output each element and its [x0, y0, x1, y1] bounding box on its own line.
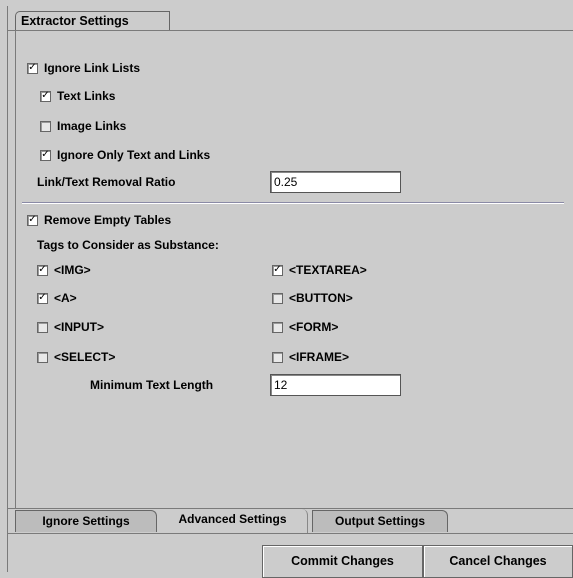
- tab-strip-bottom-border: [8, 533, 573, 534]
- remove-empty-tables-checkbox[interactable]: ✓ Remove Empty Tables: [27, 211, 171, 229]
- text-links-checkbox[interactable]: ✓ Text Links: [40, 87, 115, 105]
- checkbox-box: ✓: [40, 148, 51, 161]
- checkbox-label: <A>: [54, 291, 77, 305]
- checkbox-box: ✓: [40, 89, 51, 102]
- checkmark-icon: ✓: [38, 263, 47, 275]
- button-bar: Commit Changes Cancel Changes: [8, 545, 573, 578]
- panel-title: Extractor Settings: [15, 11, 170, 30]
- tag-input-checkbox[interactable]: <INPUT>: [37, 318, 104, 336]
- image-links-checkbox[interactable]: Image Links: [40, 117, 126, 135]
- panel-left-border: [15, 30, 16, 508]
- checkmark-icon: ✓: [38, 291, 47, 303]
- tag-select-checkbox[interactable]: <SELECT>: [37, 348, 115, 366]
- checkmark-icon: ✓: [41, 89, 50, 101]
- checkbox-box: ✓: [27, 61, 38, 74]
- checkbox-label: Remove Empty Tables: [44, 213, 172, 227]
- substance-label: Tags to Consider as Substance:: [37, 238, 219, 252]
- checkbox-label: Image Links: [57, 119, 127, 133]
- checkbox-label: Text Links: [57, 89, 116, 103]
- checkmark-icon: ✓: [273, 263, 282, 275]
- tag-img-checkbox[interactable]: ✓ <IMG>: [37, 261, 91, 279]
- checkbox-label: <IFRAME>: [289, 350, 350, 364]
- tag-textarea-checkbox[interactable]: ✓ <TEXTAREA>: [272, 261, 367, 279]
- section-divider: [22, 202, 564, 204]
- checkbox-box: ✓: [37, 263, 48, 276]
- checkbox-label: <INPUT>: [54, 320, 105, 334]
- checkbox-label: <FORM>: [289, 320, 339, 334]
- tab-ignore-settings[interactable]: Ignore Settings: [15, 510, 157, 532]
- checkmark-icon: ✓: [28, 213, 37, 225]
- tab-advanced-settings[interactable]: Advanced Settings: [158, 509, 308, 533]
- checkbox-box: [40, 120, 51, 132]
- checkbox-label: <SELECT>: [54, 350, 116, 364]
- panel-top-border: [8, 30, 573, 31]
- window-border: [7, 6, 8, 572]
- checkbox-box: [37, 321, 48, 333]
- commit-changes-button[interactable]: Commit Changes: [262, 545, 423, 578]
- ratio-input[interactable]: 0.25: [270, 171, 401, 193]
- ignore-only-text-links-checkbox[interactable]: ✓ Ignore Only Text and Links: [40, 146, 210, 164]
- checkbox-box: [37, 351, 48, 363]
- checkmark-icon: ✓: [28, 61, 37, 73]
- ignore-link-lists-checkbox[interactable]: ✓ Ignore Link Lists: [27, 59, 140, 77]
- ratio-label: Link/Text Removal Ratio: [37, 175, 176, 189]
- min-text-length-label: Minimum Text Length: [90, 378, 214, 392]
- checkbox-label: <IMG>: [54, 263, 91, 277]
- tag-button-checkbox[interactable]: <BUTTON>: [272, 289, 353, 307]
- checkbox-box: ✓: [272, 263, 283, 276]
- tag-a-checkbox[interactable]: ✓ <A>: [37, 289, 77, 307]
- checkbox-box: ✓: [27, 213, 38, 226]
- min-text-length-input[interactable]: 12: [270, 374, 401, 396]
- cancel-changes-button[interactable]: Cancel Changes: [423, 545, 573, 578]
- checkbox-box: [272, 351, 283, 363]
- checkbox-box: [272, 321, 283, 333]
- checkbox-label: Ignore Only Text and Links: [57, 148, 211, 162]
- tag-iframe-checkbox[interactable]: <IFRAME>: [272, 348, 349, 366]
- tab-output-settings[interactable]: Output Settings: [312, 510, 448, 532]
- checkbox-label: Ignore Link Lists: [44, 61, 141, 75]
- tag-form-checkbox[interactable]: <FORM>: [272, 318, 338, 336]
- checkbox-label: <TEXTAREA>: [289, 263, 367, 277]
- checkmark-icon: ✓: [41, 148, 50, 160]
- checkbox-box: [272, 292, 283, 304]
- checkbox-label: <BUTTON>: [289, 291, 353, 305]
- checkbox-box: ✓: [37, 291, 48, 304]
